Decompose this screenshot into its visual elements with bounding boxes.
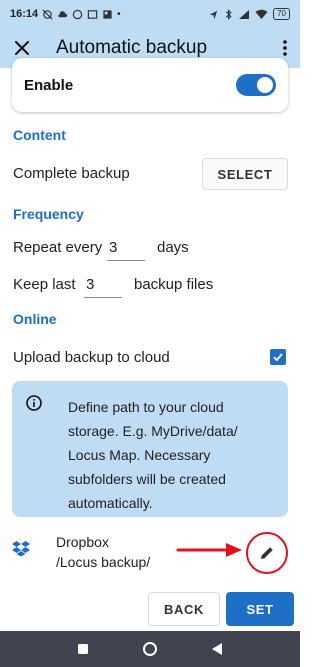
frequency-heading: Frequency bbox=[13, 206, 84, 222]
battery-icon: 70 bbox=[273, 8, 290, 20]
system-nav-bar bbox=[0, 631, 300, 667]
info-text: Define path to your cloud storage. E.g. … bbox=[68, 399, 238, 511]
complete-backup-label: Complete backup bbox=[13, 165, 130, 182]
signal-icon bbox=[239, 9, 250, 19]
more-vert-icon bbox=[283, 40, 287, 56]
status-left: 16:14 • bbox=[10, 8, 121, 20]
notification-icons: • bbox=[42, 9, 121, 20]
recents-icon[interactable] bbox=[77, 643, 89, 655]
check-icon bbox=[273, 353, 283, 362]
pencil-icon bbox=[261, 547, 273, 559]
upload-to-cloud-checkbox[interactable] bbox=[270, 349, 286, 365]
back-nav-icon[interactable] bbox=[211, 642, 223, 656]
more-notifications-icon: • bbox=[117, 8, 121, 20]
status-time: 16:14 bbox=[10, 8, 39, 20]
bluetooth-icon bbox=[225, 8, 232, 20]
keep-last-label: Keep last bbox=[13, 276, 76, 293]
online-heading: Online bbox=[13, 311, 57, 327]
select-button[interactable]: SELECT bbox=[202, 158, 288, 190]
annotation-arrow-icon bbox=[176, 543, 242, 557]
status-right: 70 bbox=[208, 8, 290, 20]
repeat-every-label: Repeat every bbox=[13, 239, 103, 256]
whatsapp-icon bbox=[72, 9, 83, 19]
enable-card: Enable bbox=[12, 58, 288, 112]
dropbox-path: /Locus backup/ bbox=[56, 554, 151, 570]
sync-off-icon bbox=[42, 8, 53, 20]
cloud-path-info-box: Define path to your cloud storage. E.g. … bbox=[12, 381, 288, 517]
status-bar: 16:14 • 70 bbox=[0, 0, 300, 28]
location-icon bbox=[209, 10, 218, 19]
news-icon bbox=[103, 9, 112, 19]
page-title: Automatic backup bbox=[56, 37, 208, 58]
close-icon bbox=[15, 41, 29, 55]
home-icon[interactable] bbox=[142, 641, 158, 657]
info-icon bbox=[26, 395, 42, 411]
keep-files-input[interactable]: 3 bbox=[84, 272, 122, 298]
repeat-days-input[interactable]: 3 bbox=[107, 235, 145, 261]
set-button[interactable]: SET bbox=[226, 592, 294, 626]
days-label: days bbox=[157, 239, 189, 256]
backup-files-label: backup files bbox=[134, 276, 214, 293]
dropbox-icon bbox=[12, 541, 30, 556]
cloud-icon bbox=[58, 10, 68, 17]
enable-toggle[interactable] bbox=[236, 74, 276, 96]
edit-path-button[interactable] bbox=[246, 532, 288, 574]
content-heading: Content bbox=[13, 127, 66, 143]
upload-to-cloud-label: Upload backup to cloud bbox=[13, 349, 170, 366]
back-button[interactable]: BACK bbox=[148, 592, 220, 626]
gallery-icon bbox=[87, 9, 98, 19]
wifi-icon bbox=[255, 9, 268, 19]
dropbox-name: Dropbox bbox=[56, 534, 109, 550]
enable-label: Enable bbox=[24, 76, 74, 94]
